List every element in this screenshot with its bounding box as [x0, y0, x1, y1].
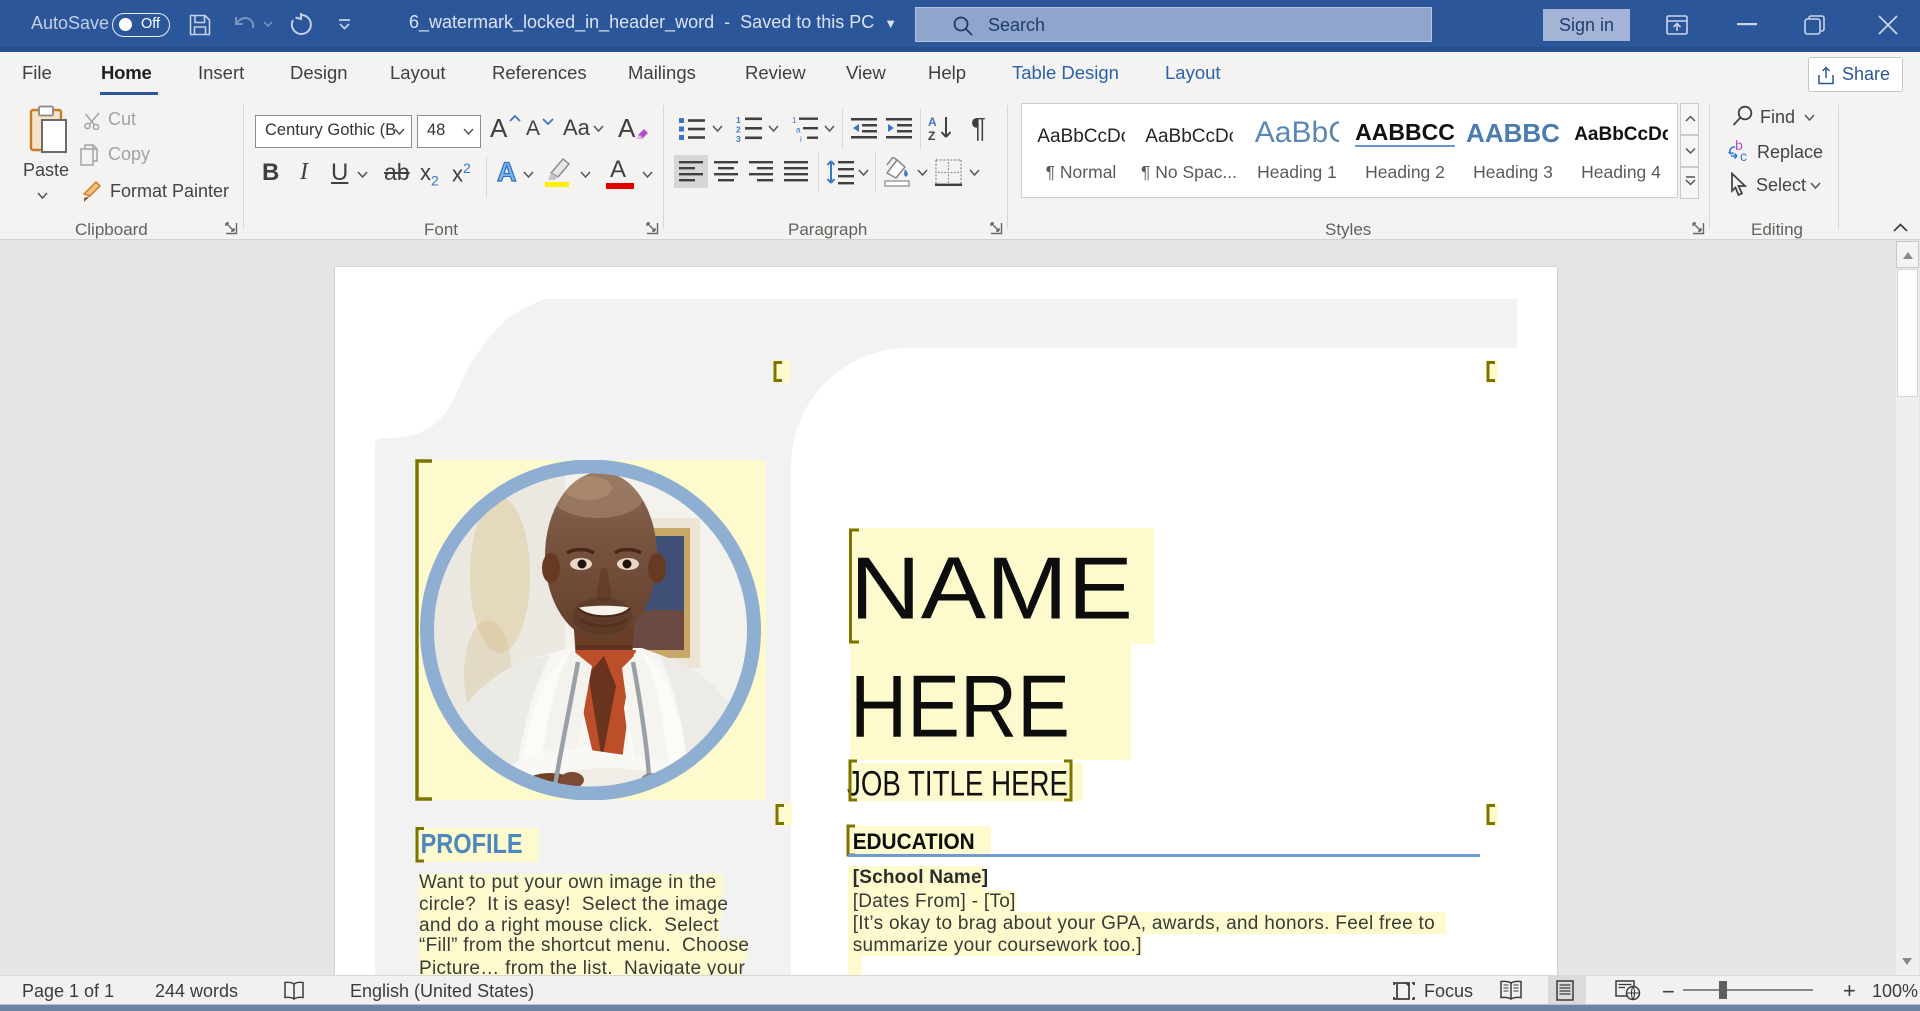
- svg-text:NAME: NAME: [850, 538, 1133, 637]
- svg-text:Z: Z: [928, 129, 935, 142]
- svg-text:2: 2: [736, 125, 741, 135]
- svg-text:i: i: [800, 135, 802, 142]
- svg-text:PROFILE: PROFILE: [421, 828, 523, 859]
- svg-text:c: c: [1740, 148, 1747, 163]
- svg-text:A: A: [928, 115, 937, 129]
- svg-text:HERE: HERE: [850, 657, 1070, 756]
- svg-text:1: 1: [736, 115, 741, 125]
- svg-text:1: 1: [792, 116, 797, 125]
- svg-text:3: 3: [736, 134, 741, 142]
- svg-text:JOB TITLE HERE: JOB TITLE HERE: [847, 765, 1068, 804]
- svg-text:EDUCATION: EDUCATION: [853, 829, 975, 854]
- svg-text:a: a: [796, 126, 801, 135]
